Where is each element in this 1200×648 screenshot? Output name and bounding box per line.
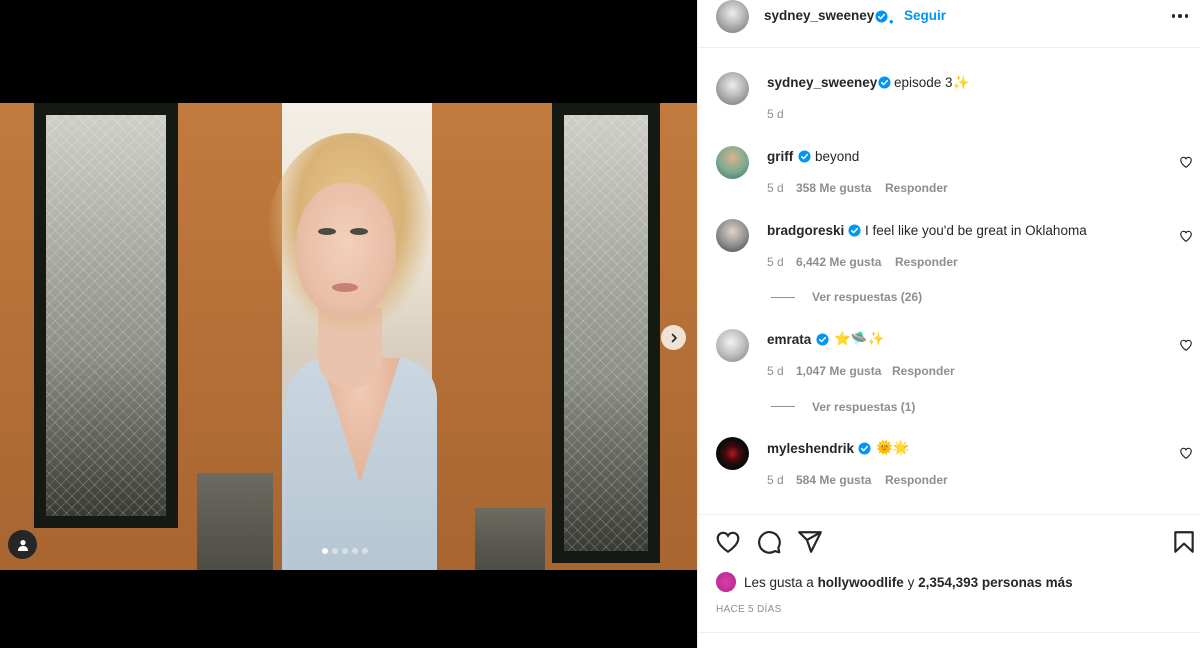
comment-like-icon[interactable] [1179, 155, 1193, 169]
share-icon[interactable] [797, 529, 823, 555]
comment-avatar[interactable] [716, 146, 749, 179]
verified-badge-icon [858, 442, 871, 455]
comment-username[interactable]: myleshendrik [767, 441, 854, 456]
push-plate-left [197, 473, 273, 570]
reply-button[interactable]: Responder [885, 473, 948, 487]
post-timestamp: Hace 5 días [716, 604, 782, 615]
comment-text: beyond [815, 149, 860, 164]
comment-text: 🌞🌟 [876, 440, 910, 455]
comment-username[interactable]: bradgoreski [767, 223, 844, 238]
carousel-next-button[interactable] [661, 325, 686, 350]
caption-avatar[interactable] [716, 72, 749, 105]
comment-likes[interactable]: 6,442 Me gusta [796, 255, 881, 269]
tagged-users-button[interactable] [8, 530, 37, 559]
comment-like-icon[interactable] [1179, 446, 1193, 460]
comment-likes[interactable]: 584 Me gusta [796, 473, 871, 487]
carousel-dot [362, 548, 368, 554]
photo-subject-lips [332, 283, 358, 292]
liked-by-count[interactable]: 2,354,393 personas más [918, 575, 1073, 590]
caption-username[interactable]: sydney_sweeney [767, 75, 877, 90]
carousel-indicator [322, 548, 368, 554]
bottom-divider [698, 632, 1200, 633]
comment-like-icon[interactable] [1179, 229, 1193, 243]
caption-text: episode 3✨ [894, 75, 970, 90]
post-header: sydney_sweeney • Seguir [698, 0, 1200, 48]
liked-by-user[interactable]: hollywoodlife [818, 575, 904, 590]
comment-time: 5 d [767, 364, 784, 378]
user-icon [17, 539, 28, 551]
caption-time: 5 d [767, 107, 784, 121]
liked-by-summary[interactable]: Les gusta a hollywoodlife y 2,354,393 pe… [744, 575, 1073, 590]
push-plate-right [475, 508, 545, 570]
author-avatar[interactable] [716, 0, 749, 33]
verified-badge-icon [848, 224, 861, 237]
follow-button[interactable]: Seguir [904, 8, 946, 23]
post-side-panel: sydney_sweeney • Seguir sydney_sweeney e… [697, 0, 1200, 648]
photo-subject-eye-left [318, 228, 336, 235]
comment-icon[interactable] [756, 529, 782, 555]
view-replies-button[interactable]: Ver respuestas (1) [812, 400, 915, 414]
comment-text: ⭐🛸✨ [834, 331, 885, 346]
post-modal: sydney_sweeney • Seguir sydney_sweeney e… [0, 0, 1200, 648]
comment-time: 5 d [767, 181, 784, 195]
reply-button[interactable]: Responder [895, 255, 958, 269]
liked-by-avatar[interactable] [716, 572, 736, 592]
liked-by-middle: y [903, 575, 919, 590]
verified-badge-icon [875, 10, 888, 23]
carousel-dot [352, 548, 358, 554]
comment-time: 5 d [767, 255, 784, 269]
comment-likes[interactable]: 1,047 Me gusta [796, 364, 881, 378]
comment-avatar[interactable] [716, 437, 749, 470]
actions-divider [698, 514, 1200, 515]
comment-username[interactable]: griff [767, 149, 793, 164]
verified-badge-icon [798, 150, 811, 163]
reply-button[interactable]: Responder [892, 364, 955, 378]
door-window-left [34, 103, 178, 528]
comment-text: I feel like you'd be great in Oklahoma [865, 223, 1087, 238]
more-options-icon[interactable] [1168, 7, 1192, 25]
author-username[interactable]: sydney_sweeney [764, 8, 874, 23]
header-separator: • [889, 14, 894, 29]
verified-badge-icon [816, 333, 829, 346]
post-photo [0, 103, 697, 570]
like-icon[interactable] [715, 529, 741, 555]
carousel-dot [322, 548, 328, 554]
chevron-right-icon [671, 333, 677, 342]
comment-avatar[interactable] [716, 219, 749, 252]
carousel-dot [332, 548, 338, 554]
photo-subject-face [296, 183, 396, 318]
save-bookmark-icon[interactable] [1171, 529, 1197, 555]
verified-badge-icon [878, 76, 891, 89]
photo-subject-eye-right [350, 228, 368, 235]
comment-username[interactable]: emrata [767, 332, 811, 347]
door-window-right [552, 103, 660, 563]
comment-time: 5 d [767, 473, 784, 487]
comment-like-icon[interactable] [1179, 338, 1193, 352]
carousel-dot [342, 548, 348, 554]
comment-likes[interactable]: 358 Me gusta [796, 181, 871, 195]
post-media-panel [0, 0, 697, 648]
reply-button[interactable]: Responder [885, 181, 948, 195]
comment-avatar[interactable] [716, 329, 749, 362]
replies-line [771, 297, 795, 298]
replies-line [771, 406, 795, 407]
liked-by-prefix: Les gusta a [744, 575, 818, 590]
view-replies-button[interactable]: Ver respuestas (26) [812, 290, 922, 304]
